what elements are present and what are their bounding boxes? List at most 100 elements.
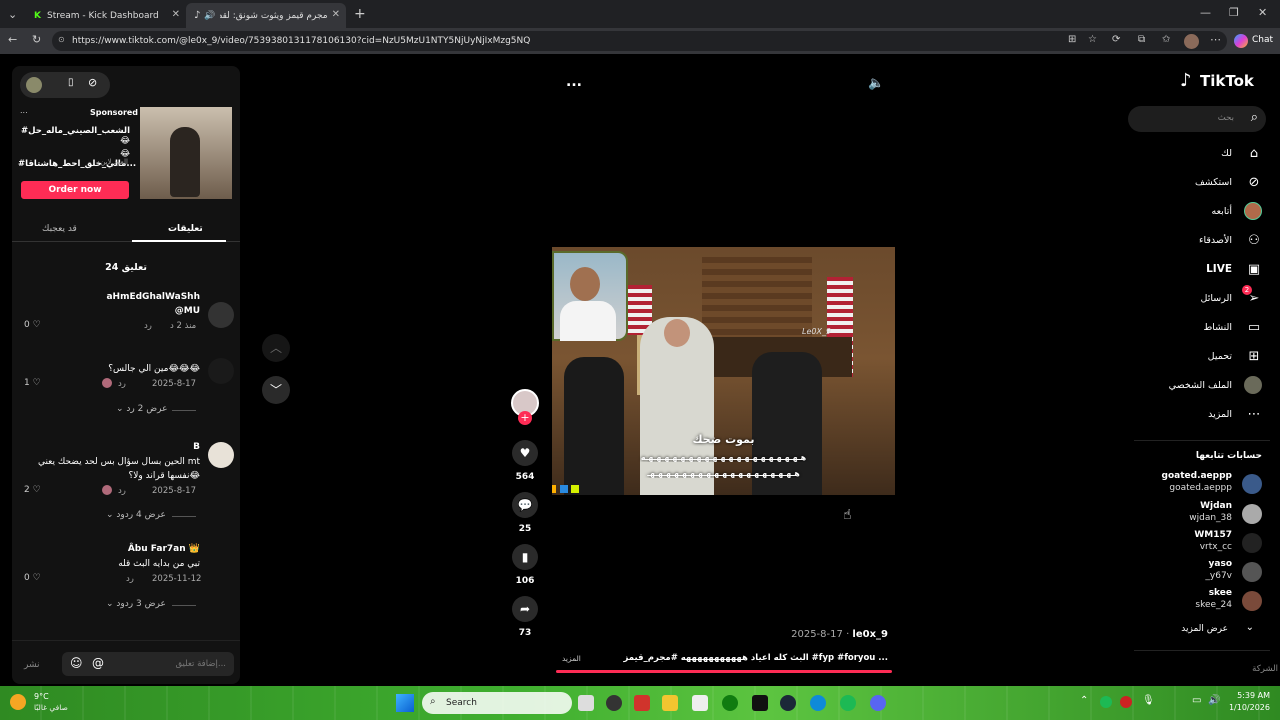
back-icon[interactable]: ← — [8, 33, 17, 46]
nav-item-activity[interactable]: ▭ النشاط — [1140, 318, 1270, 338]
emoji-icon[interactable]: ☺ — [70, 656, 83, 670]
commenter-avatar[interactable] — [208, 302, 234, 328]
nav-item-messages[interactable]: ➢ 2 الرسائل — [1140, 285, 1270, 309]
heart-outline-icon[interactable]: ♡ — [33, 320, 41, 330]
tray-spotify-icon[interactable] — [1100, 696, 1112, 708]
tray-app-icon[interactable] — [1120, 696, 1132, 708]
favorites-icon[interactable]: ✩ — [1162, 34, 1170, 45]
windows-start-icon[interactable] — [396, 694, 414, 712]
view-replies-button[interactable]: ⌄ عرض 2 رد — [116, 404, 167, 414]
nav-item-more[interactable]: ⋯ المزيد — [1140, 405, 1270, 425]
tab-you-may-like[interactable]: قد يعجبك — [42, 224, 77, 234]
restore-icon[interactable]: ❐ — [1229, 6, 1239, 19]
volume-icon[interactable]: 🔈 — [868, 76, 884, 91]
link-icon[interactable]: ⊘ — [88, 76, 97, 89]
creator-avatar[interactable] — [26, 77, 42, 93]
reply-button[interactable]: رد — [118, 486, 126, 496]
heart-outline-icon[interactable]: ♡ — [33, 378, 41, 388]
caption-more-button[interactable]: المزيد — [562, 654, 581, 663]
nav-item-profile[interactable]: الملف الشخصي — [1140, 376, 1270, 396]
nav-item-upload[interactable]: ⊞ تحميل — [1140, 347, 1270, 367]
nav-item-for-you[interactable]: ⌂ لك — [1140, 144, 1270, 164]
app-red-icon[interactable] — [634, 695, 650, 711]
commenter-name[interactable]: Âbu Far7an 👑 — [128, 544, 200, 554]
share-button[interactable]: ➦ — [512, 596, 538, 622]
next-video-button[interactable]: ﹀ — [262, 376, 290, 404]
store-icon[interactable] — [692, 695, 708, 711]
tab-kick-dashboard[interactable]: K Stream - Kick Dashboard ✕ — [26, 3, 186, 28]
following-account[interactable]: WM157 vrtx_cc — [1130, 529, 1270, 559]
steam-icon[interactable] — [780, 695, 796, 711]
post-button[interactable]: نشر — [24, 660, 40, 670]
tab-list-icon[interactable]: ⌄ — [8, 8, 17, 21]
nav-item-friends[interactable]: ⚇ الأصدقاء — [1140, 231, 1270, 251]
app-available-icon[interactable]: ⊞ — [1068, 34, 1076, 45]
mention-icon[interactable]: @ — [92, 656, 104, 670]
close-window-icon[interactable]: ✕ — [1258, 6, 1267, 19]
refresh-icon[interactable]: ↻ — [32, 33, 41, 46]
xbox-icon[interactable] — [722, 695, 738, 711]
view-replies-button[interactable]: ⌄ عرض 3 ردود — [106, 599, 166, 609]
heart-outline-icon[interactable]: ♡ — [33, 573, 41, 583]
profile-avatar-icon[interactable] — [1184, 34, 1199, 49]
refresh-extension-icon[interactable]: ⟳ — [1112, 34, 1120, 45]
clock-time[interactable]: 5:39 AM — [1226, 691, 1270, 700]
video-author-name[interactable]: le0x_9 — [852, 629, 888, 640]
following-account[interactable]: goated.aeppp goated.aeppp — [1130, 470, 1270, 500]
volume-icon[interactable]: 🔊 — [1208, 695, 1220, 706]
view-replies-button[interactable]: ⌄ عرض 4 ردود — [106, 510, 166, 520]
save-button[interactable]: ▮ — [512, 544, 538, 570]
comment-input[interactable]: ☺ @ إضافة تعليق... — [62, 652, 234, 676]
previous-video-button[interactable]: ︿ — [262, 334, 290, 362]
video-more-button[interactable]: ... — [566, 74, 582, 90]
file-explorer-icon[interactable] — [662, 695, 678, 711]
favorite-star-icon[interactable]: ☆ — [1088, 34, 1097, 45]
reply-button[interactable]: رد — [118, 379, 126, 389]
ad-more-button[interactable]: ... — [20, 106, 28, 115]
epic-games-icon[interactable] — [752, 695, 768, 711]
split-screen-icon[interactable]: ⧉ — [1138, 34, 1145, 45]
task-view-icon[interactable] — [578, 695, 594, 711]
commenter-name[interactable]: aHmEdGhalWaShh — [106, 292, 200, 302]
spotify-icon[interactable] — [840, 695, 856, 711]
comment-button[interactable]: 💬 — [512, 492, 538, 518]
copilot-chat-button[interactable]: Chat — [1232, 32, 1274, 50]
new-tab-icon[interactable]: + — [354, 6, 366, 22]
reply-button[interactable]: رد — [126, 574, 134, 584]
clock-date[interactable]: 1/10/2026 — [1220, 703, 1270, 712]
following-account[interactable]: skee skee_24 — [1130, 587, 1270, 617]
see-more-accounts-button[interactable]: ⌄ عرض المزيد — [1130, 622, 1270, 638]
tray-chevron-up-icon[interactable]: ⌃ — [1080, 695, 1088, 706]
taskbar-search[interactable]: ⌕ Search — [422, 692, 572, 714]
following-account[interactable]: yaso _y67v — [1130, 558, 1270, 588]
minimize-icon[interactable]: — — [1200, 6, 1211, 19]
tiktok-logo[interactable]: ♪ TikTok — [1180, 70, 1264, 94]
order-now-button[interactable]: Order now — [21, 181, 129, 199]
close-tab-icon[interactable]: ✕ — [172, 9, 180, 20]
obs-icon[interactable] — [606, 695, 622, 711]
search-icon[interactable]: ⌕ — [1251, 110, 1258, 125]
commenter-avatar[interactable] — [208, 358, 234, 384]
search-input[interactable]: ⌕ بحث — [1128, 106, 1266, 132]
video-player[interactable]: Le0X_9 بموت ضحك هـهـهـهـهـهـهـهـهـهـهـهـ… — [552, 247, 895, 495]
follow-plus-button[interactable]: + — [518, 411, 532, 425]
edge-icon[interactable] — [810, 695, 826, 711]
weather-widget[interactable]: 9°C صافي غالبًا — [10, 692, 80, 716]
tab-tiktok-video[interactable]: ♪ 🔊 مجرم قيمز ويثوت شونق: لقطات ✕ — [186, 3, 346, 28]
site-info-icon[interactable]: ⊙ — [58, 35, 65, 44]
close-tab-icon[interactable]: ✕ — [332, 9, 340, 20]
following-account[interactable]: Wjdan wjdan_38 — [1130, 500, 1270, 530]
network-icon[interactable]: ▭ — [1192, 695, 1201, 706]
company-link[interactable]: الشركة — [1230, 664, 1278, 674]
video-progress-bar[interactable] — [556, 670, 892, 673]
nav-item-live[interactable]: ▣ LIVE — [1140, 260, 1270, 280]
nav-item-following[interactable]: أتابعه — [1140, 202, 1270, 222]
device-icon[interactable]: ▯ — [68, 77, 74, 88]
like-button[interactable]: ♥ — [512, 440, 538, 466]
url-field[interactable]: ⊙ https://www.tiktok.com/@le0x_9/video/7… — [52, 31, 1227, 51]
menu-dots-icon[interactable]: ⋯ — [1210, 33, 1221, 46]
heart-outline-icon[interactable]: ♡ — [33, 485, 41, 495]
commenter-handle[interactable]: @MU — [175, 306, 200, 316]
commenter-avatar[interactable] — [208, 442, 234, 468]
speaker-icon[interactable]: 🔊 — [204, 11, 215, 21]
